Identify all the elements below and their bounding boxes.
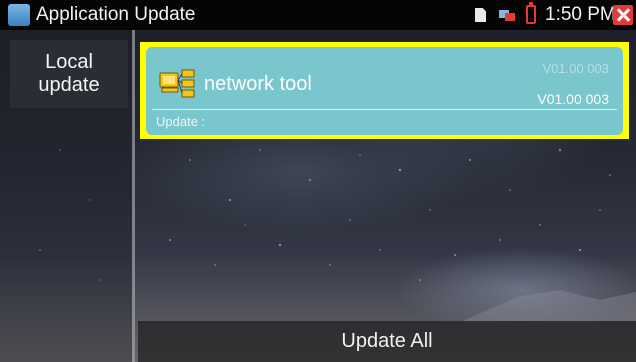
settings-app-icon: [8, 4, 30, 26]
update-all-button[interactable]: Update All: [138, 321, 636, 362]
network-tool-icon: [159, 69, 195, 98]
current-version: V01.00 003: [542, 61, 609, 76]
window-title: Application Update: [36, 4, 196, 25]
local-update-label-line2: update: [38, 74, 100, 96]
status-bar: Application Update 1:50 PM: [0, 0, 636, 30]
app-list-item[interactable]: network tool V01.00 003 V01.00 003 Updat…: [146, 47, 623, 135]
update-status-label: Update :: [156, 114, 206, 129]
sidebar: Local update: [0, 30, 135, 362]
clock: 1:50 PM: [545, 4, 616, 25]
network-status-icon: [499, 10, 515, 21]
battery-icon: [526, 2, 536, 24]
local-update-label-line1: Local: [45, 51, 93, 73]
close-button[interactable]: [613, 5, 633, 25]
app-name: network tool: [204, 73, 312, 95]
selected-app-highlight[interactable]: network tool V01.00 003 V01.00 003 Updat…: [140, 42, 629, 139]
local-update-button[interactable]: Local update: [10, 40, 128, 108]
app-update-screen: Application Update 1:50 PM Local update: [0, 0, 636, 362]
card-divider: [152, 109, 617, 110]
sd-card-icon: [475, 8, 486, 22]
new-version: V01.00 003: [537, 91, 609, 107]
